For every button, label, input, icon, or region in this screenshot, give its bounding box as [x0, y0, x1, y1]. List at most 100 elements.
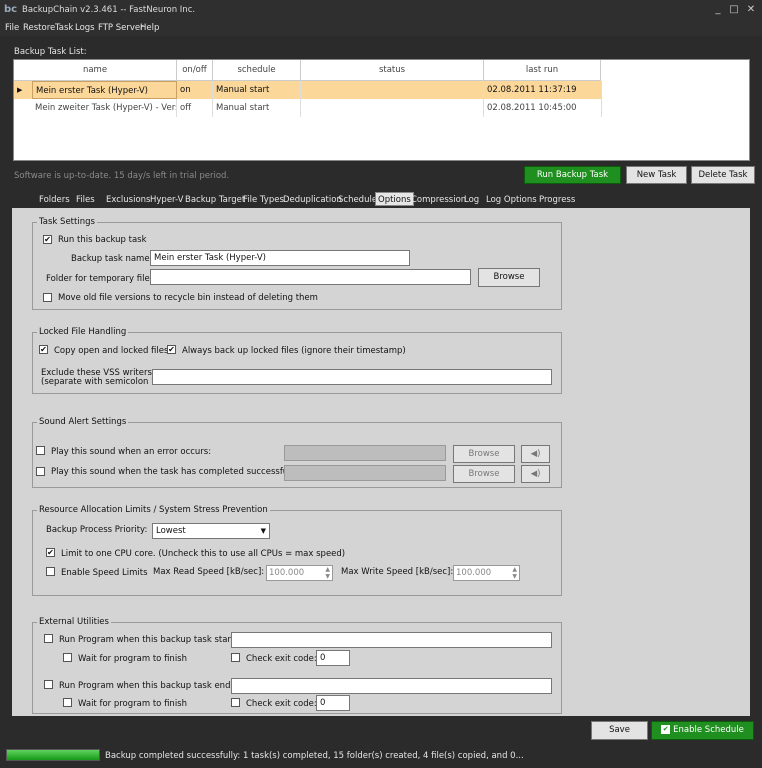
run-start-label: Run Program when this backup task starts… — [59, 635, 242, 645]
cpu-limit-checkbox[interactable]: ✔ — [46, 548, 55, 557]
menu-restore[interactable]: Restore — [23, 23, 55, 33]
temp-folder-input[interactable] — [150, 269, 471, 285]
cpu-limit-label: Limit to one CPU core. (Uncheck this to … — [61, 549, 346, 559]
table-row[interactable]: ▶ Mein erster Task (Hyper-V) on Manual s… — [14, 81, 602, 99]
new-task-button[interactable]: New Task — [626, 166, 687, 184]
task-name-label: Backup task name: — [71, 254, 153, 264]
row-last-run: 02.08.2011 11:37:19 — [484, 81, 602, 99]
check-icon: ✔ — [661, 725, 671, 734]
copy-locked-label: Copy open and locked files — [54, 346, 169, 356]
error-sound-speaker-icon[interactable]: ◀) — [521, 445, 550, 463]
success-sound-label: Play this sound when the task has comple… — [51, 467, 301, 477]
success-sound-speaker-icon[interactable]: ◀) — [521, 465, 550, 483]
priority-select[interactable]: Lowest ▼ — [152, 523, 270, 539]
speed-limits-checkbox[interactable] — [46, 567, 55, 576]
tab-deduplication[interactable]: Deduplication — [283, 193, 342, 207]
row-status — [301, 81, 484, 99]
exit-code-start-checkbox[interactable] — [231, 653, 240, 662]
tab-exclusions[interactable]: Exclusions — [106, 193, 150, 207]
row-status — [301, 99, 484, 117]
write-speed-value: 100.000 — [456, 568, 492, 578]
wait-end-checkbox[interactable] — [63, 698, 72, 707]
column-header-schedule[interactable]: schedule — [213, 60, 301, 81]
menu-logs[interactable]: Logs — [75, 23, 95, 33]
tab-backup-target[interactable]: Backup Target — [185, 193, 245, 207]
column-header-status[interactable]: status — [301, 60, 484, 81]
column-header-name[interactable]: name — [14, 60, 177, 81]
run-end-input[interactable] — [231, 678, 552, 694]
delete-task-button[interactable]: Delete Task — [691, 166, 755, 184]
tab-log[interactable]: Log — [464, 193, 479, 207]
minimize-button[interactable]: _ — [710, 3, 726, 17]
row-schedule: Manual start — [213, 99, 301, 117]
row-last-run: 02.08.2011 10:45:00 — [484, 99, 602, 117]
row-name: Mein zweiter Task (Hyper-V) - Versch... — [32, 99, 177, 117]
sound-alert-title: Sound Alert Settings — [37, 417, 129, 427]
window-title: BackupChain v2.3.461 -- FastNeuron Inc. — [22, 5, 196, 15]
tab-progress[interactable]: Progress — [539, 193, 575, 207]
success-sound-browse-button[interactable]: Browse — [453, 465, 515, 483]
menu-file[interactable]: File — [5, 23, 19, 33]
app-logo-icon: bc — [4, 4, 18, 15]
menu-task[interactable]: Task — [55, 23, 73, 33]
error-sound-checkbox[interactable] — [36, 446, 45, 455]
error-sound-browse-button[interactable]: Browse — [453, 445, 515, 463]
recycle-bin-checkbox[interactable] — [43, 293, 52, 302]
enable-schedule-button[interactable]: ✔ Enable Schedule — [651, 721, 754, 740]
task-name-input[interactable]: Mein erster Task (Hyper-V) — [150, 250, 410, 266]
success-sound-input[interactable] — [284, 465, 446, 481]
temp-folder-browse-button[interactable]: Browse — [478, 268, 540, 287]
read-speed-value: 100.000 — [269, 568, 305, 578]
exit-code-end-checkbox[interactable] — [231, 698, 240, 707]
stepper-arrows-icon[interactable]: ▲ ▼ — [325, 566, 330, 580]
run-end-label: Run Program when this backup task ends: — [59, 681, 238, 691]
menu-ftp-server[interactable]: FTP Server — [98, 23, 144, 33]
exit-code-start-label: Check exit code: — [246, 654, 317, 664]
column-header-onoff[interactable]: on/off — [177, 60, 213, 81]
tab-log-options[interactable]: Log Options — [486, 193, 537, 207]
wait-start-label: Wait for program to finish — [78, 654, 187, 664]
error-sound-input[interactable] — [284, 445, 446, 461]
error-sound-label: Play this sound when an error occurs: — [51, 447, 212, 457]
row-onoff: off — [177, 99, 213, 117]
speed-limits-label: Enable Speed Limits — [61, 568, 148, 578]
stepper-arrows-icon[interactable]: ▲ ▼ — [512, 566, 517, 580]
always-backup-checkbox[interactable]: ✔ — [167, 345, 176, 354]
write-speed-stepper[interactable]: 100.000 ▲ ▼ — [453, 565, 520, 581]
run-start-input[interactable] — [231, 632, 552, 648]
tab-compression[interactable]: Compression — [411, 193, 466, 207]
priority-value: Lowest — [156, 526, 186, 536]
tab-schedule[interactable]: Schedule — [338, 193, 377, 207]
row-pointer-icon: ▶ — [14, 81, 32, 99]
save-button[interactable]: Save — [591, 721, 648, 740]
read-speed-stepper[interactable]: 100.000 ▲ ▼ — [266, 565, 333, 581]
recycle-bin-label: Move old file versions to recycle bin in… — [58, 293, 318, 303]
tab-options[interactable]: Options — [375, 192, 414, 206]
tab-folders[interactable]: Folders — [39, 193, 70, 207]
run-backup-task-button[interactable]: Run Backup Task — [524, 166, 621, 184]
exit-code-end-input[interactable]: 0 — [316, 695, 350, 711]
tab-hyper-v[interactable]: Hyper-V — [150, 193, 183, 207]
copy-locked-checkbox[interactable]: ✔ — [39, 345, 48, 354]
wait-start-checkbox[interactable] — [63, 653, 72, 662]
chevron-down-icon: ▼ — [260, 527, 266, 535]
task-list[interactable]: name on/off schedule status last run ▶ M… — [13, 59, 750, 161]
wait-end-label: Wait for program to finish — [78, 699, 187, 709]
menu-help[interactable]: Help — [140, 23, 159, 33]
exit-code-start-input[interactable]: 0 — [316, 650, 350, 666]
close-button[interactable]: ✕ — [743, 3, 759, 17]
tab-files[interactable]: Files — [76, 193, 95, 207]
run-task-checkbox[interactable]: ✔ — [43, 235, 52, 244]
column-header-last-run[interactable]: last run — [484, 60, 601, 81]
resource-allocation-title: Resource Allocation Limits / System Stre… — [37, 505, 270, 515]
vss-writers-input[interactable] — [152, 369, 552, 385]
task-settings-title: Task Settings — [37, 217, 97, 227]
tab-file-types[interactable]: File Types — [243, 193, 284, 207]
maximize-button[interactable]: □ — [726, 3, 742, 17]
row-schedule: Manual start — [213, 81, 301, 99]
table-row[interactable]: Mein zweiter Task (Hyper-V) - Versch... … — [14, 99, 602, 117]
run-end-checkbox[interactable] — [44, 680, 53, 689]
run-start-checkbox[interactable] — [44, 634, 53, 643]
write-speed-label: Max Write Speed [kB/sec]: — [341, 567, 454, 577]
success-sound-checkbox[interactable] — [36, 467, 45, 476]
